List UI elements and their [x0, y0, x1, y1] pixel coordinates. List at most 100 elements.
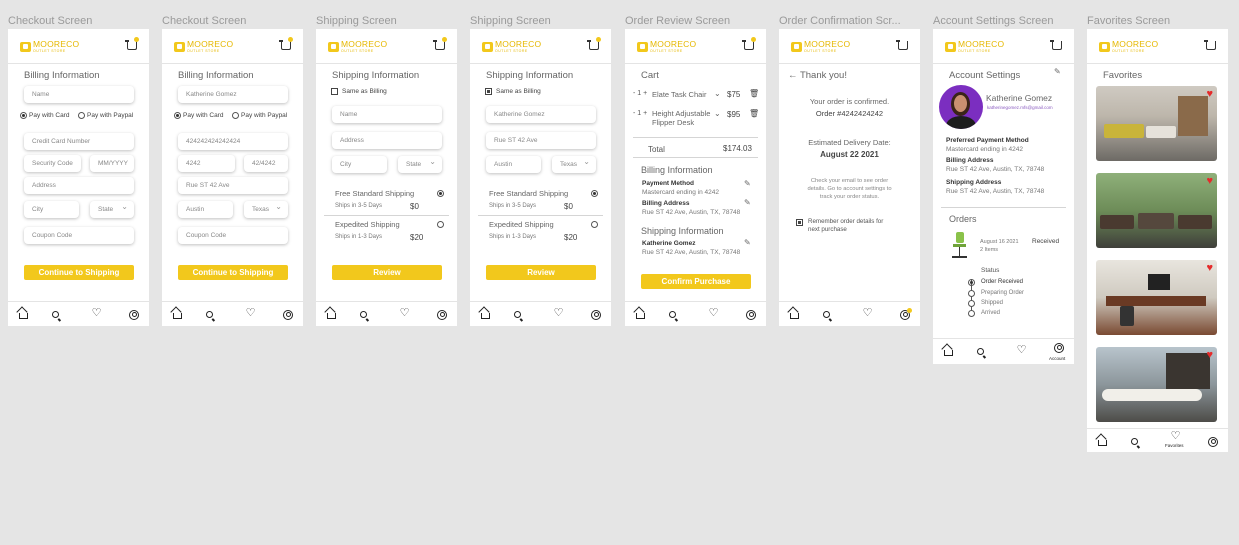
expiry-field[interactable]: 42/4242: [244, 155, 288, 172]
heart-icon[interactable]: ♡: [862, 308, 873, 319]
brand-logo[interactable]: MOORECO OUTLET STORE: [20, 40, 79, 53]
brand-logo[interactable]: MOORECO OUTLET STORE: [328, 40, 387, 53]
favorite-heart-icon[interactable]: ♥: [1206, 263, 1213, 274]
cart-icon[interactable]: [587, 37, 601, 50]
state-select[interactable]: Texas: [244, 201, 288, 218]
edit-icon[interactable]: ✎: [744, 179, 751, 188]
heart-icon[interactable]: ♡: [708, 308, 719, 319]
search-icon[interactable]: [514, 311, 521, 318]
cart-icon[interactable]: [1050, 40, 1062, 50]
trash-icon[interactable]: 🗑: [749, 109, 759, 118]
cart-icon[interactable]: [279, 37, 293, 50]
home-icon[interactable]: [944, 350, 953, 356]
expedited-shipping-radio[interactable]: [437, 221, 444, 228]
card-number-field[interactable]: 424242424242424: [178, 133, 288, 150]
remember-checkbox[interactable]: [796, 219, 803, 226]
home-icon[interactable]: [636, 313, 645, 319]
qty-stepper[interactable]: - 1 +: [633, 110, 647, 117]
city-field[interactable]: Austin: [486, 156, 541, 173]
home-icon[interactable]: [790, 313, 799, 319]
user-icon[interactable]: [1054, 343, 1064, 353]
heart-icon[interactable]: ♡: [1016, 345, 1027, 356]
favorite-item-image[interactable]: ♥: [1096, 260, 1217, 335]
cart-icon[interactable]: [433, 37, 447, 50]
search-icon[interactable]: [1131, 438, 1138, 445]
favorite-heart-icon[interactable]: ♥: [1206, 89, 1213, 100]
cart-icon[interactable]: [896, 40, 908, 50]
edit-icon[interactable]: ✎: [744, 198, 751, 207]
favorite-item-image[interactable]: ♥: [1096, 347, 1217, 422]
pay-paypal-option[interactable]: Pay with Paypal: [232, 112, 287, 119]
expedited-shipping-radio[interactable]: [591, 221, 598, 228]
heart-icon[interactable]: ♡: [553, 308, 564, 319]
cart-icon[interactable]: [742, 37, 756, 50]
user-icon[interactable]: [900, 308, 912, 320]
security-code-field[interactable]: Security Code: [24, 155, 81, 172]
edit-icon[interactable]: ✎: [744, 238, 751, 247]
favorite-heart-icon[interactable]: ♥: [1206, 176, 1213, 187]
same-as-billing-checkbox[interactable]: Same as Billing: [485, 88, 541, 95]
favorite-heart-icon[interactable]: ♥: [1206, 350, 1213, 361]
home-icon[interactable]: [327, 313, 336, 319]
state-select[interactable]: State: [90, 201, 134, 218]
back-link[interactable]: ← Thank you!: [788, 70, 847, 81]
trash-icon[interactable]: 🗑: [749, 89, 759, 98]
address-field[interactable]: Rue ST 42 Ave: [178, 177, 288, 194]
search-icon[interactable]: [52, 311, 59, 318]
brand-logo[interactable]: MOORECO OUTLET STORE: [945, 40, 1004, 53]
coupon-field[interactable]: Coupon Code: [178, 227, 288, 244]
continue-to-shipping-button[interactable]: Continue to Shipping: [178, 265, 288, 280]
heart-icon[interactable]: ♡: [245, 308, 256, 319]
home-icon[interactable]: [481, 313, 490, 319]
name-field[interactable]: Name: [24, 86, 134, 103]
pay-card-option[interactable]: Pay with Card: [20, 112, 69, 119]
heart-icon[interactable]: ♡: [1170, 431, 1181, 442]
cart-icon[interactable]: [125, 37, 139, 50]
search-icon[interactable]: [360, 311, 367, 318]
heart-icon[interactable]: ♡: [399, 308, 410, 319]
coupon-field[interactable]: Coupon Code: [24, 227, 134, 244]
brand-logo[interactable]: MOORECO OUTLET STORE: [637, 40, 696, 53]
address-field[interactable]: Address: [24, 177, 134, 194]
card-number-field[interactable]: Credit Card Number: [24, 133, 134, 150]
heart-icon[interactable]: ♡: [91, 308, 102, 319]
state-select[interactable]: Texas: [552, 156, 596, 173]
name-field[interactable]: Katherine Gomez: [486, 106, 596, 123]
user-icon[interactable]: [591, 310, 601, 320]
qty-stepper[interactable]: - 1 +: [633, 90, 647, 97]
city-field[interactable]: Austin: [178, 201, 233, 218]
state-select[interactable]: State: [398, 156, 442, 173]
address-field[interactable]: Rue ST 42 Ave: [486, 132, 596, 149]
security-code-field[interactable]: 4242: [178, 155, 235, 172]
chevron-down-icon[interactable]: ⌄: [714, 109, 721, 118]
user-icon[interactable]: [1208, 437, 1218, 447]
address-field[interactable]: Address: [332, 132, 442, 149]
brand-logo[interactable]: MOORECO OUTLET STORE: [791, 40, 850, 53]
free-shipping-radio[interactable]: [591, 190, 598, 197]
city-field[interactable]: City: [332, 156, 387, 173]
brand-logo[interactable]: MOORECO OUTLET STORE: [1099, 40, 1158, 53]
user-icon[interactable]: [437, 310, 447, 320]
expiry-field[interactable]: MM/YYYY: [90, 155, 134, 172]
home-icon[interactable]: [1098, 440, 1107, 446]
user-icon[interactable]: [129, 310, 139, 320]
pay-paypal-option[interactable]: Pay with Paypal: [78, 112, 133, 119]
free-shipping-radio[interactable]: [437, 190, 444, 197]
city-field[interactable]: City: [24, 201, 79, 218]
favorite-item-image[interactable]: ♥: [1096, 173, 1217, 248]
name-field[interactable]: Katherine Gomez: [178, 86, 288, 103]
review-button[interactable]: Review: [486, 265, 596, 280]
edit-icon[interactable]: ✎: [1054, 67, 1061, 76]
confirm-purchase-button[interactable]: Confirm Purchase: [641, 274, 751, 289]
user-icon[interactable]: [283, 310, 293, 320]
home-icon[interactable]: [173, 313, 182, 319]
brand-logo[interactable]: MOORECO OUTLET STORE: [174, 40, 233, 53]
home-icon[interactable]: [19, 313, 28, 319]
continue-to-shipping-button[interactable]: Continue to Shipping: [24, 265, 134, 280]
chevron-down-icon[interactable]: ⌄: [714, 89, 721, 98]
cart-icon[interactable]: [1204, 40, 1216, 50]
review-button[interactable]: Review: [332, 265, 442, 280]
search-icon[interactable]: [206, 311, 213, 318]
same-as-billing-checkbox[interactable]: Same as Billing: [331, 88, 387, 95]
search-icon[interactable]: [823, 311, 830, 318]
